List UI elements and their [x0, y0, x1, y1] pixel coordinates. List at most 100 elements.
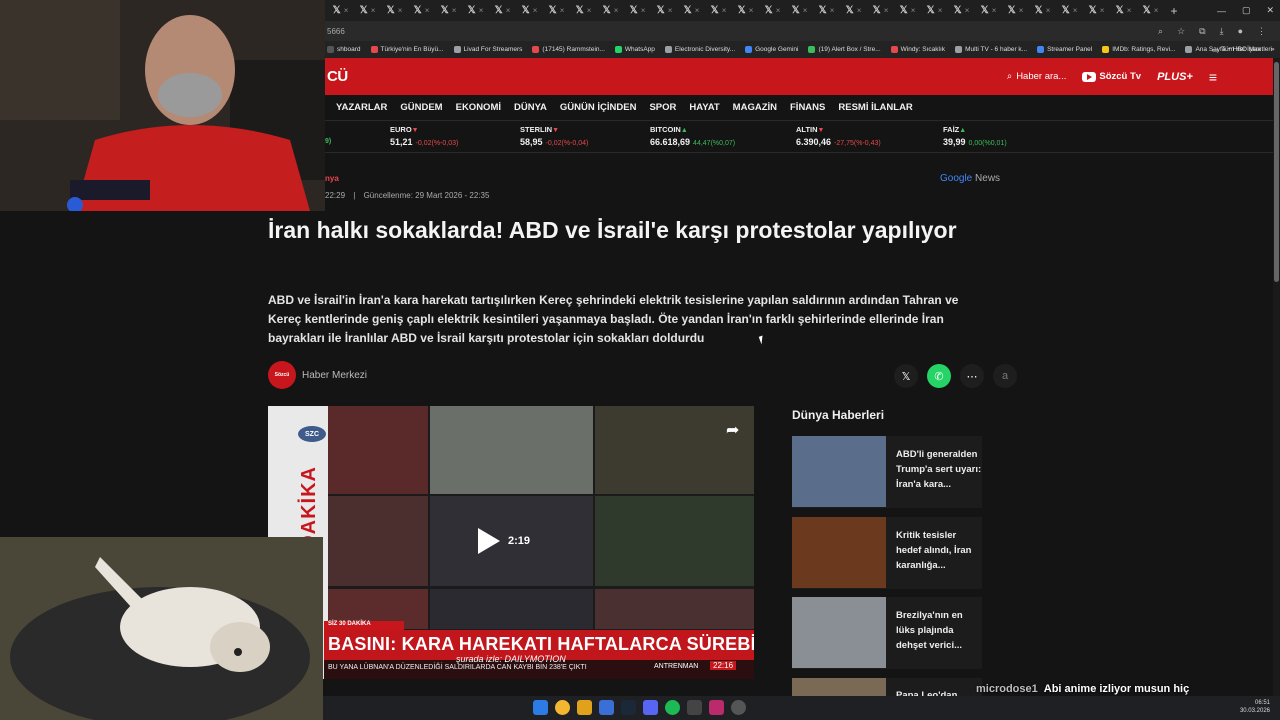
browser-tab[interactable]: 𝕏 × [381, 0, 408, 21]
news-card[interactable]: Brezilya'nın en lüks plajında dehşet ver… [792, 597, 982, 669]
dailymotion-watch[interactable]: şurada izle: DAILYMOTION [456, 654, 566, 664]
app-icon-1[interactable] [599, 700, 614, 715]
browser-tab[interactable]: 𝕏 × [597, 0, 624, 21]
tab-close-icon[interactable]: × [1046, 6, 1051, 15]
tab-close-icon[interactable]: × [1127, 6, 1132, 15]
tab-close-icon[interactable]: × [1019, 6, 1024, 15]
tab-close-icon[interactable]: × [1100, 6, 1105, 15]
explorer-icon[interactable] [577, 700, 592, 715]
browser-tab[interactable]: 𝕏 × [840, 0, 867, 21]
site-logo[interactable]: CÜ [325, 68, 348, 85]
sozcu-tv-link[interactable]: Sözcü Tv [1082, 71, 1141, 82]
browser-tab[interactable]: 𝕏 × [1056, 0, 1083, 21]
browser-tab[interactable]: 𝕏 × [1029, 0, 1056, 21]
browser-tab[interactable]: 𝕏 × [327, 0, 354, 21]
font-size-icon[interactable]: a [993, 364, 1017, 388]
bookmark-star-icon[interactable]: ☆ [1177, 26, 1185, 37]
video-share-icon[interactable]: ➦ [726, 420, 739, 440]
browser-tab[interactable]: 𝕏 × [624, 0, 651, 21]
app-icon-4[interactable] [731, 700, 746, 715]
ticker-item[interactable]: EURO▼ 51,21 -0,02(%-0,03) [390, 125, 458, 147]
scrollbar-thumb[interactable] [1274, 62, 1279, 282]
tab-close-icon[interactable]: × [911, 6, 916, 15]
tab-close-icon[interactable]: × [830, 6, 835, 15]
browser-tab[interactable]: 𝕏 × [1083, 0, 1110, 21]
tab-close-icon[interactable]: × [803, 6, 808, 15]
nav-item[interactable]: SPOR [649, 102, 676, 113]
tab-close-icon[interactable]: × [641, 6, 646, 15]
bookmark-item[interactable]: Google Gemini [745, 46, 798, 53]
bookmark-item[interactable]: WhatsApp [614, 46, 655, 53]
author-block[interactable]: Sözcü Haber Merkezi [268, 361, 367, 389]
news-card[interactable]: Kritik tesisler hedef alındı, İran karan… [792, 517, 982, 589]
browser-tab[interactable]: 𝕏 × [867, 0, 894, 21]
nav-item[interactable]: YAZARLAR [336, 102, 387, 113]
tab-close-icon[interactable]: × [965, 6, 970, 15]
browser-tab[interactable]: 𝕏 × [894, 0, 921, 21]
tab-close-icon[interactable]: × [371, 6, 376, 15]
bookmark-item[interactable]: Streamer Panel [1037, 46, 1092, 53]
nav-item[interactable]: RESMİ İLANLAR [838, 102, 912, 113]
ticker-item[interactable]: STERLIN▼ 58,95 -0,02(%-0,04) [520, 125, 588, 147]
bookmark-item[interactable]: Livad For Streamers [453, 46, 522, 53]
discord-icon[interactable] [643, 700, 658, 715]
browser-tab[interactable]: 𝕏 × [651, 0, 678, 21]
page-scrollbar[interactable] [1273, 58, 1280, 696]
system-tray[interactable]: 06:51 30.03.2026 [1240, 699, 1270, 715]
browser-tab[interactable]: 𝕏 × [921, 0, 948, 21]
browser-tab[interactable]: 𝕏 × [948, 0, 975, 21]
app-icon-3[interactable] [709, 700, 724, 715]
bookmark-item[interactable]: Multi TV - 6 haber k... [955, 46, 1027, 53]
hamburger-menu-icon[interactable]: ≡ [1209, 69, 1217, 85]
profile-icon[interactable]: ● [1238, 26, 1243, 37]
article-category[interactable]: nya [325, 174, 339, 183]
tab-close-icon[interactable]: × [506, 6, 511, 15]
maximize-button[interactable]: ▢ [1242, 5, 1251, 16]
news-card[interactable]: Papa Leo'dan [792, 678, 982, 701]
tab-close-icon[interactable]: × [884, 6, 889, 15]
browser-tab[interactable]: 𝕏 × [786, 0, 813, 21]
chrome-icon[interactable] [555, 700, 570, 715]
bookmark-item[interactable]: Electronic Diversity... [664, 46, 735, 53]
video-player[interactable]: SZC DAKİKA ➦ 2:19 SİZ 30 DAKİKA BASINI: … [268, 406, 754, 679]
browser-tab[interactable]: 𝕏 × [489, 0, 516, 21]
bookmark-item[interactable]: Windy: Sıcaklık [890, 46, 945, 53]
tab-close-icon[interactable]: × [1073, 6, 1078, 15]
play-button[interactable]: 2:19 [478, 528, 530, 554]
nav-item[interactable]: GÜNÜN İÇİNDEN [560, 102, 637, 113]
browser-tab[interactable]: 𝕏 × [1137, 0, 1164, 21]
bookmark-item[interactable]: (19) Alert Box / Stre... [808, 46, 881, 53]
browser-tab[interactable]: 𝕏 × [732, 0, 759, 21]
bookmark-item[interactable]: IMDb: Ratings, Revi... [1102, 46, 1175, 53]
nav-item[interactable]: GÜNDEM [400, 102, 442, 113]
tab-close-icon[interactable]: × [398, 6, 403, 15]
download-icon[interactable]: ⤓ [1220, 26, 1224, 37]
ticker-item[interactable]: BITCOIN▲ 66.618,69 44,47(%0,07) [650, 125, 735, 147]
tab-close-icon[interactable]: × [749, 6, 754, 15]
x-share-icon[interactable]: 𝕏 [894, 364, 918, 388]
tab-close-icon[interactable]: × [614, 6, 619, 15]
search-trigger[interactable]: ⌕ Haber ara... [1007, 71, 1067, 82]
nav-item[interactable]: HAYAT [689, 102, 719, 113]
ticker-item[interactable]: FAİZ▲ 39,99 0,00(%0,01) [943, 125, 1007, 147]
app-icon-2[interactable] [687, 700, 702, 715]
google-news-link[interactable]: Google News [940, 173, 1000, 184]
nav-item[interactable]: FİNANS [790, 102, 825, 113]
tab-close-icon[interactable]: × [1154, 6, 1159, 15]
news-card[interactable]: ABD'li generalden Trump'a sert uyarı: İr… [792, 436, 982, 508]
browser-tab[interactable]: 𝕏 × [543, 0, 570, 21]
tab-close-icon[interactable]: × [533, 6, 538, 15]
tab-close-icon[interactable]: × [479, 6, 484, 15]
browser-tab[interactable]: 𝕏 × [570, 0, 597, 21]
all-bookmarks[interactable]: ▭ Tüm Yer İşaretleri [1212, 41, 1272, 58]
tab-close-icon[interactable]: × [344, 6, 349, 15]
tab-close-icon[interactable]: × [668, 6, 673, 15]
steam-icon[interactable] [621, 700, 636, 715]
browser-tab[interactable]: 𝕏 × [1110, 0, 1137, 21]
tab-close-icon[interactable]: × [452, 6, 457, 15]
nav-item[interactable]: MAGAZİN [733, 102, 777, 113]
zoom-icon[interactable]: ⌕ [1158, 26, 1163, 37]
browser-tab[interactable]: 𝕏 × [1002, 0, 1029, 21]
extensions-icon[interactable]: ⧉ [1199, 26, 1205, 37]
more-share-icon[interactable]: ⋯ [960, 364, 984, 388]
